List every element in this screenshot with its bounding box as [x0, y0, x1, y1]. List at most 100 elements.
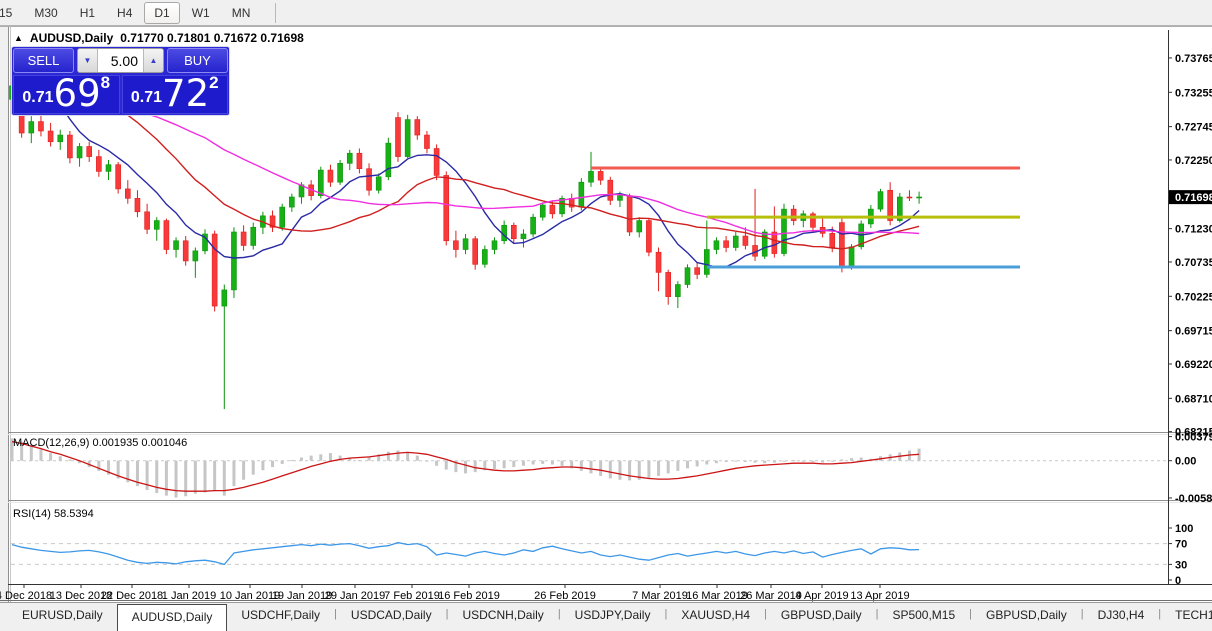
candle-body: [375, 176, 382, 191]
candle-body: [76, 146, 83, 159]
rsi-label: RSI(14) 58.5394: [13, 508, 94, 520]
macd-histogram-bar: [473, 460, 477, 473]
timeframe-d1-button[interactable]: D1: [144, 1, 180, 24]
sell-button[interactable]: SELL: [13, 48, 74, 73]
price-axis-label: 0.70735: [1175, 257, 1212, 269]
volume-increase-icon[interactable]: ▲: [143, 49, 163, 72]
candle-body: [665, 272, 672, 297]
timeframe-m30-button[interactable]: M30: [24, 2, 67, 24]
candle-body: [327, 169, 334, 183]
candle-body: [433, 148, 440, 176]
candle-body: [115, 164, 121, 190]
candle-body: [211, 233, 218, 307]
buy-price-prefix: 0.71: [130, 89, 163, 106]
macd-histogram-bar: [251, 460, 255, 475]
candle-body: [86, 146, 92, 157]
price-axis-label: 0.68710: [1175, 393, 1212, 405]
candle-body: [530, 216, 536, 235]
macd-histogram-bar: [666, 460, 670, 474]
current-price-label: 0.71698: [1175, 192, 1212, 204]
sell-price-panel[interactable]: 0.71 69 8: [13, 73, 120, 114]
sell-price-prefix: 0.71: [22, 89, 54, 106]
tab-tech100-h1[interactable]: TECH100,H1: [1161, 603, 1212, 631]
tab-eurusd-daily[interactable]: EURUSD,Daily: [8, 603, 117, 631]
candle-body: [617, 195, 623, 201]
candle-body: [96, 156, 102, 172]
tab-sp500-m15[interactable]: SP500,M15: [878, 603, 969, 631]
candle-body: [520, 233, 527, 240]
macd-histogram-bar: [39, 449, 43, 461]
tab-usdcnh-daily[interactable]: USDCNH,Daily: [448, 603, 557, 631]
timeframe-m15-button[interactable]: 15: [0, 2, 22, 24]
candle-body: [221, 289, 228, 307]
macd-histogram-bar: [792, 460, 796, 462]
macd-histogram-bar: [705, 460, 709, 465]
tab-xauusd-h4[interactable]: XAUUSD,H4: [667, 603, 764, 631]
rsi-axis-label: 70: [1175, 539, 1187, 551]
volume-input[interactable]: [98, 49, 143, 72]
one-click-trading-panel: SELL ▼ ▲ BUY 0.71 69 8 0.71 72 2: [12, 47, 229, 115]
macd-histogram-bar: [386, 451, 390, 461]
macd-histogram-bar: [174, 460, 178, 498]
price-axis-label: 0.69220: [1175, 359, 1212, 371]
macd-histogram-bar: [599, 460, 603, 476]
candle-body: [182, 240, 189, 262]
candle-body: [462, 238, 469, 250]
timeframe-w1-button[interactable]: W1: [182, 2, 220, 24]
rsi-axis-label: 100: [1175, 523, 1193, 535]
price-axis-label: 0.72745: [1175, 122, 1212, 134]
macd-histogram-bar: [589, 460, 593, 474]
candle-body: [482, 249, 488, 265]
candle-body: [723, 240, 729, 248]
price-axis-label: 0.69715: [1175, 326, 1212, 338]
sell-price-pip-digit: 8: [100, 73, 111, 92]
macd-histogram-bar: [435, 460, 439, 466]
candle-body: [356, 152, 363, 170]
chart-symbol-label: AUDUSD,Daily: [29, 31, 114, 45]
candle-body: [414, 119, 421, 136]
candle-body: [250, 226, 257, 246]
tab-usdchf-daily[interactable]: USDCHF,Daily: [227, 603, 334, 631]
candle-body: [713, 240, 720, 250]
volume-decrease-icon[interactable]: ▼: [78, 49, 98, 72]
tab-gbpusd-daily[interactable]: GBPUSD,Daily: [767, 603, 876, 631]
candle-body: [684, 267, 691, 285]
macd-histogram-bar: [319, 454, 323, 461]
candle-body: [646, 220, 652, 253]
buy-price-panel[interactable]: 0.71 72 2: [121, 74, 228, 114]
macd-histogram-bar: [242, 460, 246, 480]
macd-histogram-bar: [232, 460, 236, 487]
macd-label: MACD(12,26,9) 0.001935 0.001046: [13, 437, 187, 449]
timeframe-h1-button[interactable]: H1: [70, 2, 105, 24]
candle-body: [134, 198, 141, 213]
timeframe-h4-button[interactable]: H4: [107, 2, 142, 24]
tab-dj30-h4[interactable]: DJ30,H4: [1084, 603, 1159, 631]
macd-histogram-bar: [695, 460, 699, 467]
macd-histogram-bar: [328, 453, 332, 461]
candle-body: [510, 224, 517, 240]
macd-histogram-bar: [811, 460, 815, 462]
macd-histogram-bar: [579, 460, 583, 471]
candle-body: [636, 220, 643, 233]
buy-button[interactable]: BUY: [167, 48, 228, 73]
macd-histogram-bar: [58, 456, 62, 461]
tab-audusd-daily[interactable]: AUDUSD,Daily: [116, 604, 228, 631]
candle-body: [848, 246, 855, 268]
macd-histogram-bar: [68, 459, 72, 461]
macd-histogram-bar: [444, 460, 448, 470]
tab-usdjpy-daily[interactable]: USDJPY,Daily: [561, 603, 665, 631]
candle-body: [404, 119, 411, 157]
candle-body: [675, 284, 681, 297]
candle-body: [703, 249, 710, 275]
timeframe-mn-button[interactable]: MN: [222, 2, 261, 24]
candle-body: [761, 231, 768, 257]
candle-body: [366, 168, 372, 191]
candle-body: [771, 231, 778, 254]
macd-histogram-bar: [782, 460, 786, 462]
macd-axis-label: -0.005864: [1175, 493, 1212, 505]
tab-gbpusd-daily[interactable]: GBPUSD,Daily: [972, 603, 1081, 631]
candle-body: [906, 196, 913, 199]
price-axis-label: 0.73255: [1175, 87, 1212, 99]
tab-usdcad-daily[interactable]: USDCAD,Daily: [337, 603, 446, 631]
price-axis-label: 0.71230: [1175, 224, 1212, 236]
